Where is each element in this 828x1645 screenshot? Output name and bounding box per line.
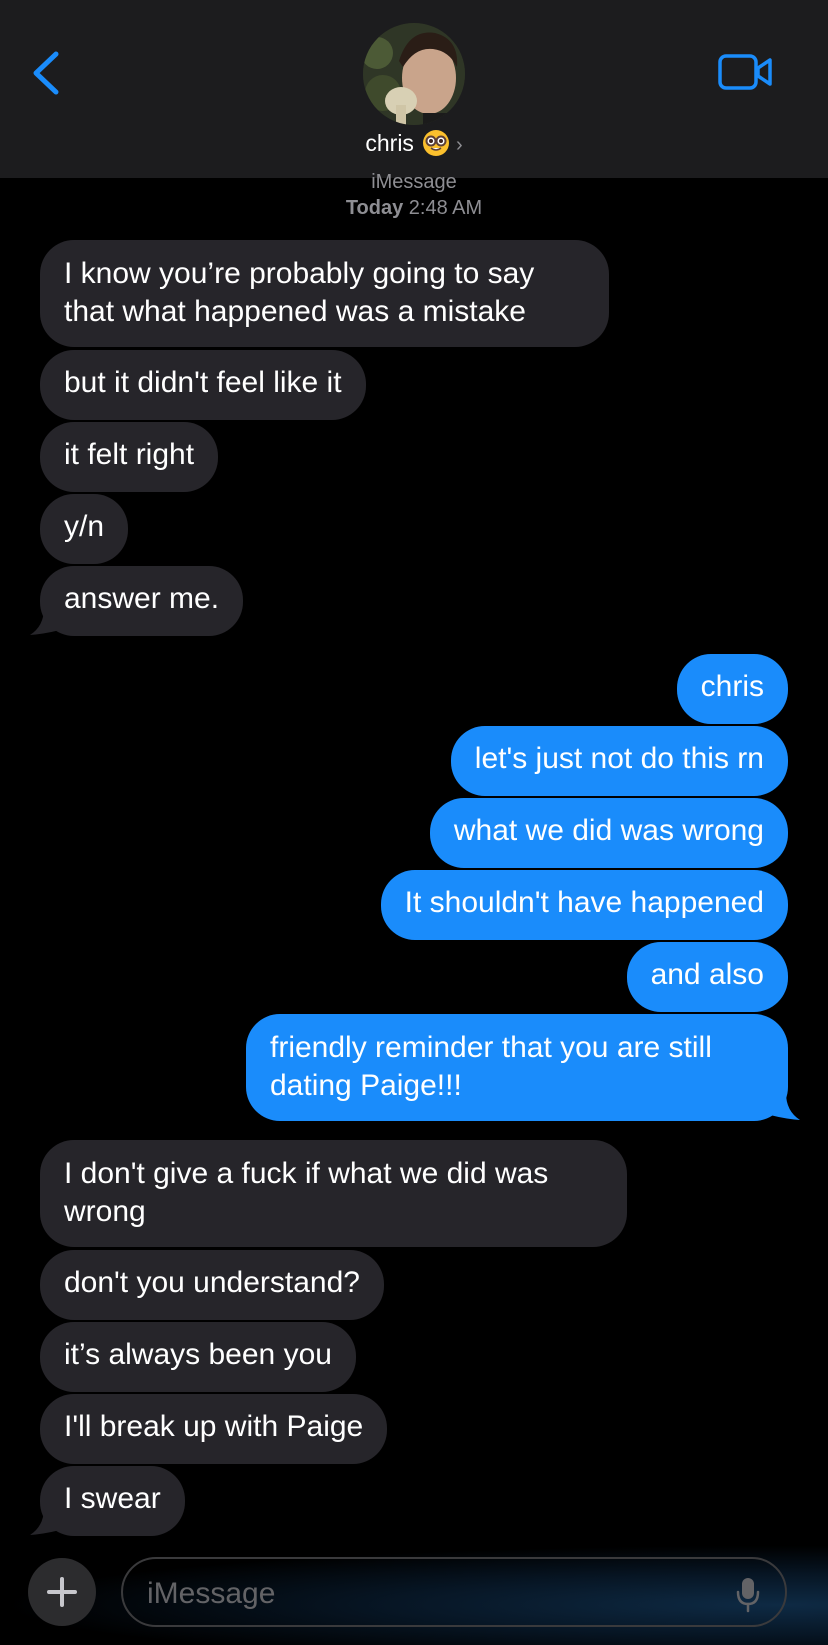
message-text: y/n [64,510,105,543]
messages-screen: chris › iMessage Today 2:48 AM I know yo… [0,0,828,1645]
message-text: I don't give a fuck if what we did was w… [64,1157,549,1228]
sent-message-bubble[interactable]: what we did was wrong [429,798,788,868]
received-message-bubble[interactable]: it felt right [40,422,219,492]
nerd-face-emoji [422,129,450,157]
message-text: I swear [64,1482,161,1515]
back-button[interactable] [26,46,72,100]
facetime-video-button[interactable] [718,52,774,92]
received-message-bubble[interactable]: answer me. [40,566,244,636]
message-timestamp: Today 2:48 AM [0,196,828,220]
chevron-left-icon [33,51,59,95]
apps-plus-button[interactable] [28,1558,96,1626]
microphone-icon[interactable] [735,1577,761,1613]
message-text: it felt right [64,438,195,471]
message-text: I'll break up with Paige [64,1410,364,1443]
contact-avatar[interactable] [363,23,465,125]
received-message-bubble[interactable]: I know you’re probably going to say that… [40,240,609,347]
timestamp-day: Today [345,197,404,219]
conversation-header: chris › [0,0,828,178]
sent-message-bubble[interactable]: It shouldn't have happened [380,870,788,940]
message-text: I know you’re probably going to say that… [64,257,535,328]
message-text: but it didn't feel like it [64,366,342,399]
sent-message-bubble[interactable]: friendly reminder that you are still dat… [246,1014,788,1121]
chevron-right-icon: › [455,134,463,156]
message-text: answer me. [64,582,220,615]
contact-name: chris [365,130,414,156]
plus-icon [47,1577,77,1607]
message-text: chris [700,670,764,703]
received-message-bubble[interactable]: but it didn't feel like it [40,350,366,420]
message-text: it’s always been you [64,1338,332,1371]
message-input[interactable]: iMessage [121,1557,787,1627]
message-text: and also [650,958,764,991]
message-text: what we did was wrong [453,814,764,847]
received-message-bubble[interactable]: I don't give a fuck if what we did was w… [40,1140,627,1247]
received-message-bubble[interactable]: it’s always been you [40,1322,356,1392]
bubble-tail [30,1508,60,1535]
message-text: It shouldn't have happened [404,886,764,919]
avatar-photo [363,23,465,125]
message-text: friendly reminder that you are still dat… [270,1031,712,1102]
received-message-bubble[interactable]: I swear [40,1466,185,1536]
sent-message-bubble[interactable]: and also [626,942,788,1012]
sent-message-bubble[interactable]: chris [676,654,788,724]
received-message-bubble[interactable]: don't you understand? [40,1250,384,1320]
message-input-placeholder: iMessage [147,1577,276,1610]
message-text: don't you understand? [64,1266,360,1299]
received-message-bubble[interactable]: I'll break up with Paige [40,1394,388,1464]
timestamp-time: 2:48 AM [408,197,483,219]
contact-name-row[interactable]: chris › [0,129,828,160]
bubble-tail [770,1093,800,1120]
bubble-tail [30,608,60,635]
message-text: let's just not do this rn [474,742,764,775]
received-message-bubble[interactable]: y/n [40,494,129,564]
video-camera-icon [718,54,772,90]
sent-message-bubble[interactable]: let's just not do this rn [450,726,788,796]
service-label: iMessage [371,171,457,193]
